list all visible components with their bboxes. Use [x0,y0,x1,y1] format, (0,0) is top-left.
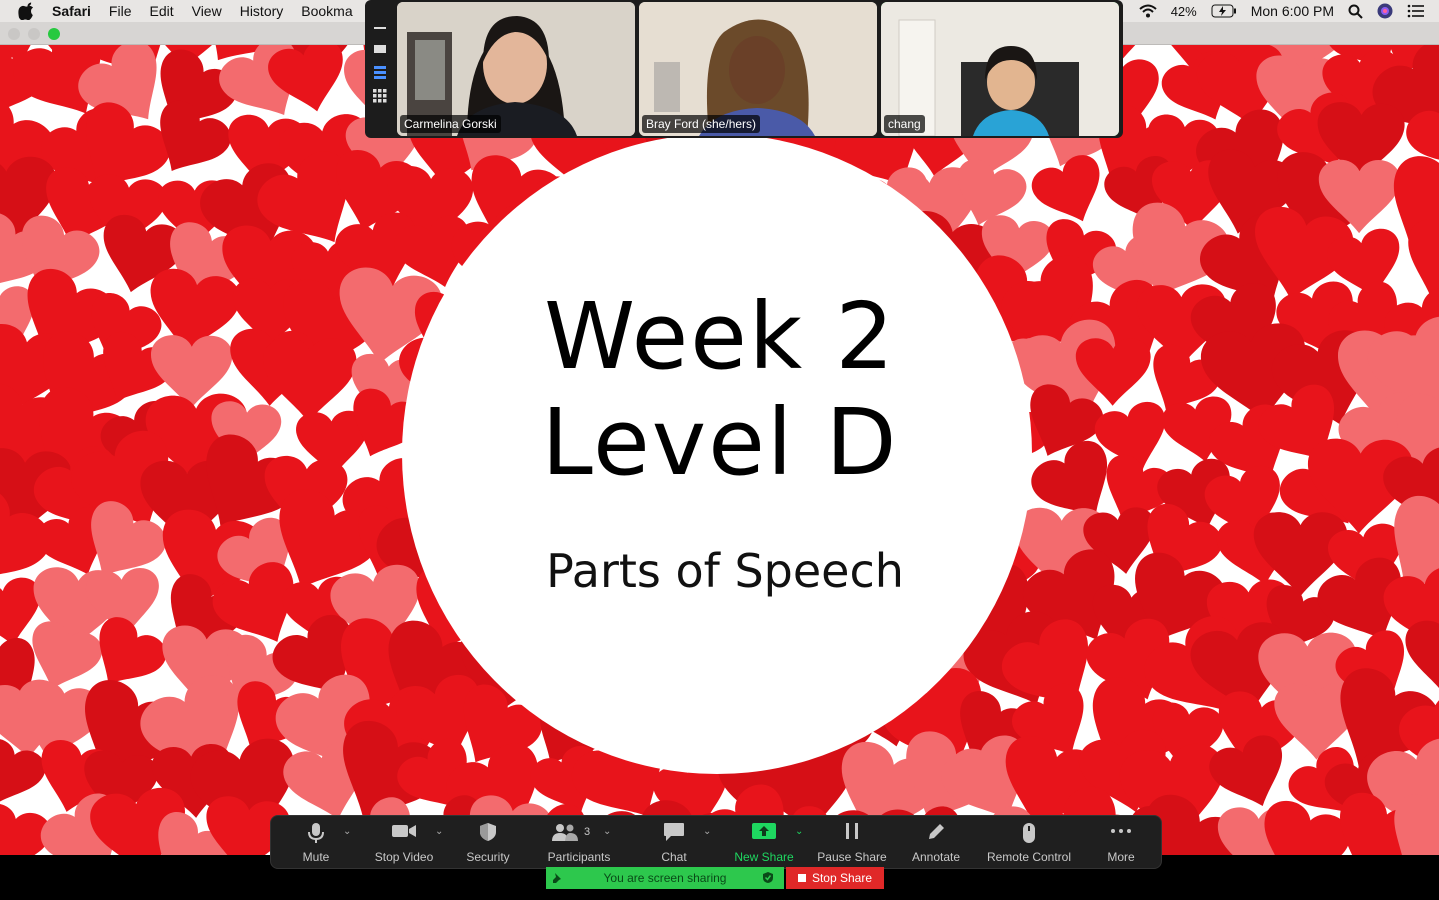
remote-control-label: Remote Control [986,850,1072,864]
participants-icon [552,824,578,841]
menu-history[interactable]: History [240,3,284,19]
more-dots-icon [1111,829,1131,833]
spotlight-search-icon[interactable] [1348,4,1363,19]
pin-icon [553,873,561,883]
remote-control-button[interactable]: Remote Control [977,816,1081,868]
stop-video-button[interactable]: ⌄ Stop Video [361,816,447,868]
video-camera-icon [392,825,416,837]
window-close-button[interactable] [8,28,20,40]
security-button[interactable]: Security [447,816,529,868]
menu-view[interactable]: View [192,3,222,19]
participant-name: Bray Ford (she/hers) [642,115,761,133]
slide-title-line2: Level D [541,389,899,496]
video-strip[interactable]: Carmelina Gorski Bray Ford (she/hers) ch… [365,0,1123,138]
security-label: Security [466,850,510,864]
chevron-down-icon[interactable]: ⌄ [343,826,351,837]
notification-center-icon[interactable] [1407,4,1425,18]
menu-edit[interactable]: Edit [149,3,173,19]
apple-icon[interactable] [18,2,36,20]
share-screen-icon [752,823,776,839]
screen-sharing-status[interactable]: You are screen sharing [546,867,784,889]
gallery-view-icon[interactable] [373,89,387,103]
pencil-icon [929,824,944,839]
stop-video-label: Stop Video [374,850,434,864]
chevron-down-icon[interactable]: ⌄ [435,826,443,837]
more-button[interactable]: More [1081,816,1161,868]
mute-button[interactable]: ⌄ Mute [271,816,361,868]
pause-share-button[interactable]: Pause Share [809,816,895,868]
pause-icon [846,823,858,839]
annotate-button[interactable]: Annotate [895,816,977,868]
participant-tile[interactable]: Bray Ford (she/hers) [639,2,877,136]
heart-shape [1405,620,1439,696]
chevron-down-icon[interactable]: ⌄ [603,826,611,837]
participant-tile-active[interactable]: chang [881,2,1119,136]
mouse-icon [1023,823,1035,843]
single-view-button[interactable] [374,45,386,53]
mute-label: Mute [302,850,330,864]
new-share-button[interactable]: ⌄ New Share [719,816,809,868]
wifi-icon[interactable] [1139,4,1157,18]
hide-video-button[interactable] [374,27,386,29]
chat-label: Chat [661,850,687,864]
more-label: More [1107,850,1135,864]
slide-title-line1: Week 2 [544,283,896,390]
window-minimize-button[interactable] [28,28,40,40]
video-layout-controls [365,0,395,138]
shared-slide: Week 2 Level D Parts of Speech [0,44,1439,855]
menu-file[interactable]: File [109,3,132,19]
shield-check-icon [763,872,773,883]
participants-count: 3 [584,826,591,838]
strip-view-button[interactable] [374,66,386,79]
slide-title: Week 2 Level D [420,284,1020,496]
annotate-label: Annotate [911,850,961,864]
siri-icon[interactable] [1377,3,1393,19]
chevron-down-icon[interactable]: ⌄ [795,826,803,837]
window-zoom-button[interactable] [48,28,60,40]
participants-label: Participants [547,850,611,864]
menubar-clock[interactable]: Mon 6:00 PM [1251,3,1334,19]
chat-bubble-icon [664,823,684,841]
stop-share-label: Stop Share [811,871,873,885]
menu-bookmarks[interactable]: Bookma [301,3,352,19]
battery-charging-icon[interactable] [1211,4,1237,18]
chevron-down-icon[interactable]: ⌄ [703,826,711,837]
microphone-icon [308,823,324,843]
chat-button[interactable]: ⌄ Chat [629,816,719,868]
new-share-label: New Share [734,850,794,864]
stop-icon [797,874,806,882]
participants-button[interactable]: 3 ⌄ Participants [529,816,629,868]
participant-tile[interactable]: Carmelina Gorski [397,2,635,136]
participant-name: chang [884,115,925,133]
meeting-toolbar: ⌄ Mute ⌄ Stop Video Security 3 ⌄ Partici… [270,815,1162,869]
stop-share-button[interactable]: Stop Share [786,867,884,889]
slide-subtitle: Parts of Speech [546,544,904,598]
participant-name: Carmelina Gorski [400,115,501,133]
menu-app-safari[interactable]: Safari [52,3,91,19]
shield-icon [480,823,496,841]
pause-share-label: Pause Share [817,850,887,864]
battery-percent: 42% [1170,3,1197,19]
screen-sharing-text: You are screen sharing [603,871,727,885]
